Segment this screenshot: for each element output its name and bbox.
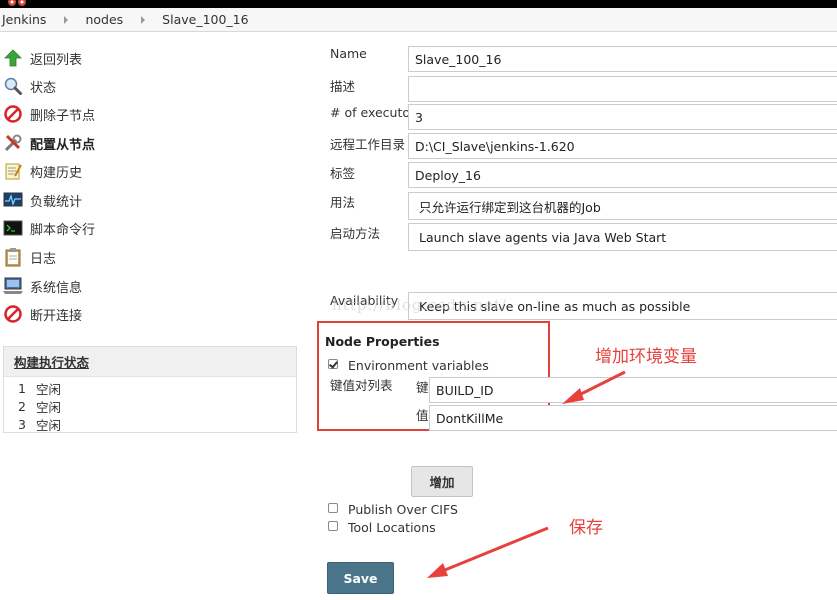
sidebar-item-status[interactable]: 状态 [3, 75, 56, 97]
top-header-bar [0, 0, 837, 8]
chevron-right-icon [64, 15, 69, 24]
sidebar-item-label: 系统信息 [30, 280, 83, 296]
usage-label: 用法 [330, 195, 356, 210]
executor-row: 2 空闲 [18, 398, 62, 415]
annotation-save: 保存 [569, 518, 603, 538]
sidebar-item-label: 构建历史 [30, 165, 83, 181]
breadcrumb-nodes[interactable]: nodes [85, 12, 123, 27]
executor-row: 1 空闲 [18, 380, 62, 397]
sidebar-item-build-history[interactable]: 构建历史 [3, 160, 82, 182]
name-label: Name [330, 46, 367, 61]
sidebar-item-label: 返回列表 [30, 52, 83, 68]
sidebar-item-label: 删除子节点 [30, 108, 96, 124]
no-entry-icon [3, 104, 23, 124]
notepad-icon [3, 161, 23, 181]
tools-icon [3, 133, 23, 153]
no-entry-icon [3, 304, 23, 324]
computer-icon [3, 276, 23, 296]
watermark: http://blog.csdn.net/ [332, 296, 508, 314]
remote-dir-label: 远程工作目录 [330, 137, 406, 152]
add-button[interactable]: 增加 [411, 466, 473, 497]
launch-method-select[interactable]: Launch slave agents via Java Web Start [408, 223, 837, 251]
usage-select[interactable]: 只允许运行绑定到这台机器的Job [408, 192, 837, 220]
sidebar-item-label: 脚本命令行 [30, 222, 96, 238]
executor-status-panel: 构建执行状态 1 空闲 2 空闲 3 空闲 [3, 346, 297, 433]
name-input[interactable]: Slave_100_16 [408, 46, 837, 72]
sidebar-item-label: 负载统计 [30, 194, 83, 210]
executors-input[interactable]: 3 [408, 104, 837, 130]
tool-locations-label: Tool Locations [348, 520, 436, 535]
node-properties-title: Node Properties [325, 334, 440, 349]
env-key-input[interactable]: BUILD_ID [429, 377, 837, 403]
executor-panel-header: 构建执行状态 [4, 347, 296, 377]
sidebar-item-label: 断开连接 [30, 308, 83, 324]
key-label: 键 [416, 380, 429, 395]
sidebar-item-system-info[interactable]: 系统信息 [3, 275, 82, 297]
description-input[interactable] [408, 76, 837, 102]
arrow-icon [427, 526, 549, 578]
save-button[interactable]: Save [327, 562, 394, 594]
terminal-icon [3, 218, 23, 238]
arrow-up-icon [3, 48, 23, 68]
magnifier-icon [3, 76, 23, 96]
monitor-chart-icon [3, 190, 23, 210]
env-vars-checkbox[interactable] [328, 359, 338, 369]
sidebar-item-label: 状态 [30, 80, 57, 96]
executor-row: 3 空闲 [18, 416, 62, 433]
sidebar-item-delete-node[interactable]: 删除子节点 [3, 103, 95, 125]
breadcrumb: Jenkins nodes Slave_100_16 [0, 8, 837, 32]
breadcrumb-node[interactable]: Slave_100_16 [162, 12, 248, 27]
executor-panel-title[interactable]: 构建执行状态 [14, 352, 89, 371]
annotation-add-env: 增加环境变量 [595, 347, 697, 367]
jenkins-logo-icon [8, 0, 26, 6]
remote-dir-input[interactable]: D:\CI_Slave\jenkins-1.620 [408, 133, 837, 159]
labels-label: 标签 [330, 166, 356, 181]
sidebar-item-label: 日志 [30, 251, 57, 267]
chevron-right-icon [141, 15, 146, 24]
sidebar-item-disconnect[interactable]: 断开连接 [3, 303, 82, 325]
sidebar-item-log[interactable]: 日志 [3, 246, 56, 268]
sidebar-item-load-stats[interactable]: 负载统计 [3, 189, 82, 211]
env-vars-label: Environment variables [348, 358, 489, 373]
breadcrumb-jenkins[interactable]: Jenkins [2, 12, 46, 27]
sidebar-item-script-console[interactable]: 脚本命令行 [3, 217, 95, 239]
tool-locations-checkbox[interactable] [328, 521, 338, 531]
env-value-input[interactable]: DontKillMe [429, 405, 837, 431]
publish-cifs-label: Publish Over CIFS [348, 502, 458, 517]
sidebar-item-back-to-list[interactable]: 返回列表 [3, 47, 82, 69]
sidebar-item-configure[interactable]: 配置从节点 [3, 132, 95, 154]
launch-method-label: 启动方法 [330, 226, 381, 241]
value-label: 值 [416, 408, 429, 423]
labels-input[interactable]: Deploy_16 [408, 162, 837, 188]
description-label: 描述 [330, 79, 356, 94]
publish-cifs-checkbox[interactable] [328, 503, 338, 513]
clipboard-icon [3, 247, 23, 267]
kv-list-label: 键值对列表 [330, 378, 393, 393]
sidebar-item-label: 配置从节点 [30, 137, 96, 153]
